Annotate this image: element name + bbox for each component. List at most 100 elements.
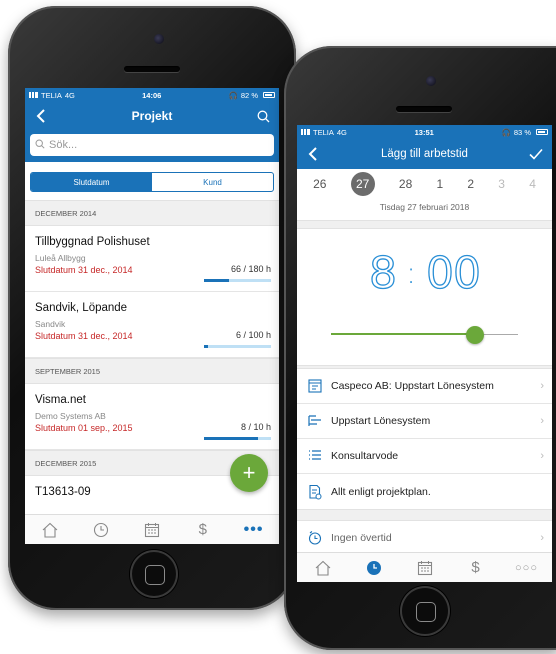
- front-camera: [426, 76, 436, 86]
- add-project-button[interactable]: +: [230, 454, 268, 492]
- search-box[interactable]: [30, 134, 274, 156]
- day-item[interactable]: 3: [498, 177, 505, 191]
- chevron-right-icon: ›: [540, 415, 544, 427]
- headphones-icon: 🎧: [501, 127, 511, 137]
- time-minutes: 00: [425, 247, 481, 299]
- add-time-screen: TELIA 4G 13:51 🎧 83 % Lägg till arbetstid …: [297, 125, 552, 582]
- day-picker: 26 27 28 1 2 3 4: [297, 169, 552, 199]
- list-item[interactable]: Sandvik, Löpande Sandvik Slutdatum 31 de…: [25, 292, 279, 358]
- chevron-right-icon: ›: [540, 450, 544, 462]
- checkmark-icon[interactable]: [528, 146, 544, 162]
- more-icon[interactable]: ○○○: [512, 556, 542, 580]
- earpiece: [124, 66, 180, 72]
- section-header: SEPTEMBER 2015: [25, 358, 279, 384]
- divider: [297, 221, 552, 229]
- project-row[interactable]: Caspeco AB: Uppstart Lönesystem ›: [297, 369, 552, 404]
- note-icon: [305, 482, 325, 502]
- battery-percent: 83 %: [513, 127, 531, 137]
- progress-fill: [204, 279, 229, 282]
- status-bar: TELIA 4G 14:06 🎧 82 %: [25, 88, 279, 102]
- projects-screen: TELIA4G 14:06 🎧82 % Projekt Slutdatum Ku…: [25, 88, 279, 544]
- project-icon: [305, 376, 325, 396]
- day-item[interactable]: 28: [399, 177, 412, 191]
- project-customer: Luleå Allbygg: [35, 253, 86, 263]
- sort-segmented-control: Slutdatum Kund: [30, 172, 274, 192]
- comment-row[interactable]: Allt enligt projektplan.: [297, 474, 552, 509]
- time-display[interactable]: 8 : 00: [297, 229, 552, 317]
- project-hours: 8 / 10 h: [240, 422, 271, 432]
- list-item[interactable]: Tillbyggnad Polishuset Luleå Allbygg Slu…: [25, 226, 279, 292]
- page-title: Lägg till arbetstid: [381, 148, 468, 160]
- dollar-icon[interactable]: $: [188, 518, 218, 542]
- home-icon[interactable]: [35, 518, 65, 542]
- calendar-icon[interactable]: [137, 518, 167, 542]
- calendar-icon[interactable]: [410, 556, 440, 580]
- battery-icon: [536, 129, 548, 135]
- overtime-label: Ingen övertid: [331, 532, 392, 544]
- clock-icon[interactable]: [86, 518, 116, 542]
- sort-segment-area: Slutdatum Kund: [25, 162, 279, 200]
- signal-icon: [301, 129, 310, 135]
- battery-percent: 82 %: [240, 90, 258, 100]
- activity-row[interactable]: Konsultarvode ›: [297, 439, 552, 474]
- search-input[interactable]: [49, 139, 249, 151]
- list-icon: [305, 446, 325, 466]
- segment-slutdatum[interactable]: Slutdatum: [31, 173, 152, 191]
- search-field-icon: [35, 136, 45, 154]
- home-button[interactable]: [400, 586, 450, 636]
- back-icon[interactable]: [305, 146, 321, 162]
- search-area: [25, 130, 279, 162]
- page-title: Projekt: [131, 109, 173, 123]
- task-row[interactable]: Uppstart Lönesystem ›: [297, 404, 552, 439]
- carrier: TELIA: [313, 127, 334, 137]
- section-header: DECEMBER 2014: [25, 200, 279, 226]
- project-label: Caspeco AB: Uppstart Lönesystem: [331, 380, 494, 392]
- carrier: TELIA: [41, 90, 62, 100]
- task-icon: [305, 411, 325, 431]
- home-icon[interactable]: [308, 556, 338, 580]
- slider-fill: [331, 333, 475, 335]
- nav-bar: Projekt: [25, 102, 279, 130]
- time-separator: :: [405, 255, 417, 291]
- overtime-row[interactable]: Ingen övertid ›: [297, 521, 552, 556]
- selected-date-label: Tisdag 27 februari 2018: [297, 199, 552, 221]
- project-progress-bar: [204, 437, 271, 440]
- progress-fill: [204, 345, 209, 348]
- back-icon[interactable]: [33, 108, 49, 124]
- task-label: Uppstart Lönesystem: [331, 415, 431, 427]
- clock-icon[interactable]: [359, 556, 389, 580]
- project-name: Tillbyggnad Polishuset: [35, 236, 150, 248]
- slider-thumb[interactable]: [465, 326, 484, 344]
- chevron-right-icon: ›: [540, 532, 544, 544]
- front-camera: [154, 34, 164, 44]
- list-item[interactable]: Visma.net Demo Systems AB Slutdatum 01 s…: [25, 384, 279, 450]
- headphones-icon: 🎧: [228, 90, 238, 100]
- day-item[interactable]: 2: [467, 177, 474, 191]
- project-progress-bar: [204, 345, 271, 348]
- day-item[interactable]: 1: [436, 177, 443, 191]
- time-slider[interactable]: [331, 317, 518, 353]
- home-button[interactable]: [130, 550, 178, 598]
- search-icon[interactable]: [255, 108, 271, 124]
- tab-bar: $ •••: [25, 514, 279, 544]
- project-name: T13613-09: [35, 486, 91, 498]
- project-due-date: Slutdatum 01 sep., 2015: [35, 423, 133, 433]
- activity-label: Konsultarvode: [331, 450, 399, 462]
- project-due-date: Slutdatum 31 dec., 2014: [35, 331, 133, 341]
- day-item[interactable]: 26: [313, 177, 326, 191]
- more-icon[interactable]: •••: [239, 518, 269, 542]
- dollar-icon[interactable]: $: [461, 556, 491, 580]
- day-item[interactable]: 4: [529, 177, 536, 191]
- project-name: Sandvik, Löpande: [35, 302, 128, 314]
- progress-fill: [204, 437, 258, 440]
- network: 4G: [64, 90, 75, 100]
- project-progress-bar: [204, 279, 271, 282]
- project-customer: Sandvik: [35, 319, 66, 329]
- segment-kund[interactable]: Kund: [152, 173, 273, 191]
- project-name: Visma.net: [35, 394, 86, 406]
- day-item-selected[interactable]: 27: [350, 172, 375, 196]
- network: 4G: [336, 127, 347, 137]
- divider: [297, 509, 552, 521]
- battery-icon: [263, 92, 275, 98]
